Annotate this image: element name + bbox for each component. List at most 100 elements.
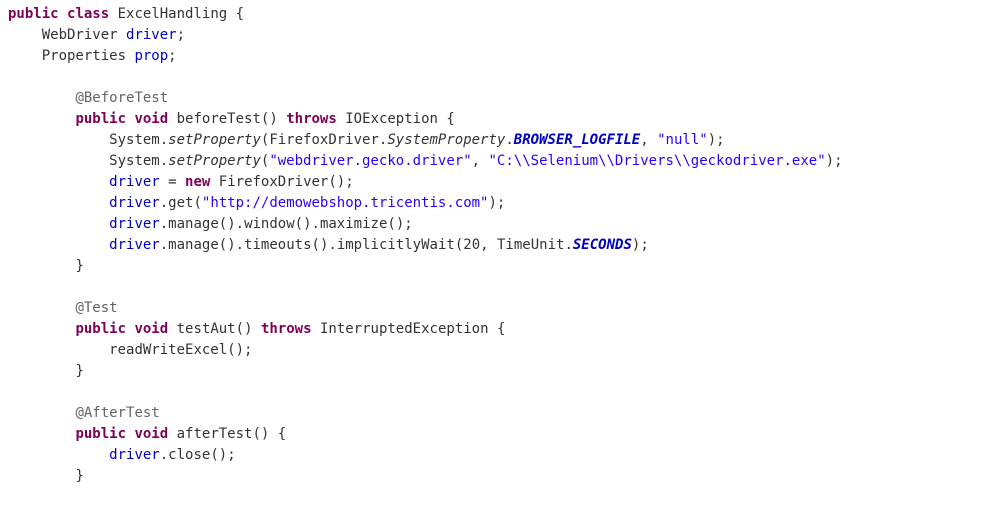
keyword-public: public	[75, 426, 126, 442]
method-get: get	[168, 195, 193, 211]
dot: .	[236, 237, 244, 253]
lparen: (	[210, 447, 218, 463]
keyword-new: new	[185, 174, 210, 190]
semicolon: ;	[640, 237, 648, 253]
rparen: )	[826, 153, 834, 169]
code-block: public class ExcelHandling { WebDriver d…	[0, 0, 999, 491]
field-driver: driver	[109, 237, 160, 253]
lparen: (	[387, 216, 395, 232]
method-implicitlywait: implicitlyWait	[337, 237, 455, 253]
keyword-public: public	[8, 6, 59, 22]
keyword-void: void	[134, 111, 168, 127]
class-firefoxdriver: FirefoxDriver	[269, 132, 379, 148]
rparen: )	[219, 447, 227, 463]
dot: .	[160, 195, 168, 211]
semicolon: ;	[404, 216, 412, 232]
class-name: ExcelHandling	[118, 6, 228, 22]
keyword-public: public	[75, 321, 126, 337]
brace-open: {	[278, 426, 286, 442]
lparen: (	[328, 174, 336, 190]
field-prop: prop	[134, 48, 168, 64]
dot: .	[160, 132, 168, 148]
dot: .	[160, 216, 168, 232]
method-maximize: maximize	[320, 216, 387, 232]
method-window: window	[244, 216, 295, 232]
class-timeunit: TimeUnit	[497, 237, 564, 253]
type-properties: Properties	[42, 48, 126, 64]
keyword-void: void	[134, 426, 168, 442]
equals: =	[168, 174, 176, 190]
lparen: (	[219, 216, 227, 232]
rparen: )	[337, 174, 345, 190]
comma: ,	[472, 153, 480, 169]
method-manage: manage	[168, 237, 219, 253]
nested-systemproperty: SystemProperty	[387, 132, 505, 148]
rparen: )	[488, 195, 496, 211]
dot: .	[328, 237, 336, 253]
field-driver: driver	[126, 27, 177, 43]
rparen: )	[708, 132, 716, 148]
keyword-throws: throws	[286, 111, 337, 127]
semicolon: ;	[834, 153, 842, 169]
semicolon: ;	[716, 132, 724, 148]
semicolon: ;	[345, 174, 353, 190]
brace-open: {	[497, 321, 505, 337]
dot: .	[505, 132, 513, 148]
type-interruptedexception: InterruptedException	[320, 321, 489, 337]
rparen: )	[227, 216, 235, 232]
lparen: (	[219, 237, 227, 253]
annotation-test: @Test	[75, 300, 117, 316]
dot: .	[160, 237, 168, 253]
string-geckopath: "C:\\Selenium\\Drivers\\geckodriver.exe"	[489, 153, 826, 169]
lparen: (	[312, 237, 320, 253]
rparen: )	[396, 216, 404, 232]
semicolon: ;	[227, 447, 235, 463]
semicolon: ;	[168, 48, 176, 64]
string-geckokey: "webdriver.gecko.driver"	[269, 153, 471, 169]
dot: .	[564, 237, 572, 253]
lparen: (	[193, 195, 201, 211]
dot: .	[160, 447, 168, 463]
const-browser-logfile: BROWSER_LOGFILE	[514, 132, 640, 148]
string-null: "null"	[657, 132, 708, 148]
method-manage: manage	[168, 216, 219, 232]
field-driver: driver	[109, 447, 160, 463]
comma: ,	[480, 237, 488, 253]
lparen: (	[236, 321, 244, 337]
keyword-void: void	[134, 321, 168, 337]
ctor-firefoxdriver: FirefoxDriver	[219, 174, 329, 190]
annotation-beforetest: @BeforeTest	[75, 90, 168, 106]
type-ioexception: IOException	[345, 111, 438, 127]
keyword-throws: throws	[261, 321, 312, 337]
method-close: close	[168, 447, 210, 463]
semicolon: ;	[497, 195, 505, 211]
brace-open: {	[446, 111, 454, 127]
semicolon: ;	[177, 27, 185, 43]
rparen: )	[261, 426, 269, 442]
dot: .	[160, 153, 168, 169]
method-setproperty: setProperty	[168, 153, 261, 169]
brace-close: }	[75, 363, 83, 379]
string-url: "http://demowebshop.tricentis.com"	[202, 195, 489, 211]
brace-open: {	[236, 6, 244, 22]
method-setproperty: setProperty	[168, 132, 261, 148]
method-beforetest: beforeTest	[177, 111, 261, 127]
field-driver: driver	[109, 174, 160, 190]
brace-close: }	[75, 468, 83, 484]
annotation-aftertest: @AfterTest	[75, 405, 159, 421]
method-timeouts: timeouts	[244, 237, 311, 253]
dot: .	[312, 216, 320, 232]
keyword-class: class	[67, 6, 109, 22]
lparen: (	[252, 426, 260, 442]
semicolon: ;	[244, 342, 252, 358]
method-aftertest: afterTest	[177, 426, 253, 442]
field-driver: driver	[109, 195, 160, 211]
method-testaut: testAut	[177, 321, 236, 337]
keyword-public: public	[75, 111, 126, 127]
lparen: (	[455, 237, 463, 253]
field-driver: driver	[109, 216, 160, 232]
dot: .	[236, 216, 244, 232]
class-system: System	[109, 132, 160, 148]
const-seconds: SECONDS	[573, 237, 632, 253]
method-readwriteexcel: readWriteExcel	[109, 342, 227, 358]
